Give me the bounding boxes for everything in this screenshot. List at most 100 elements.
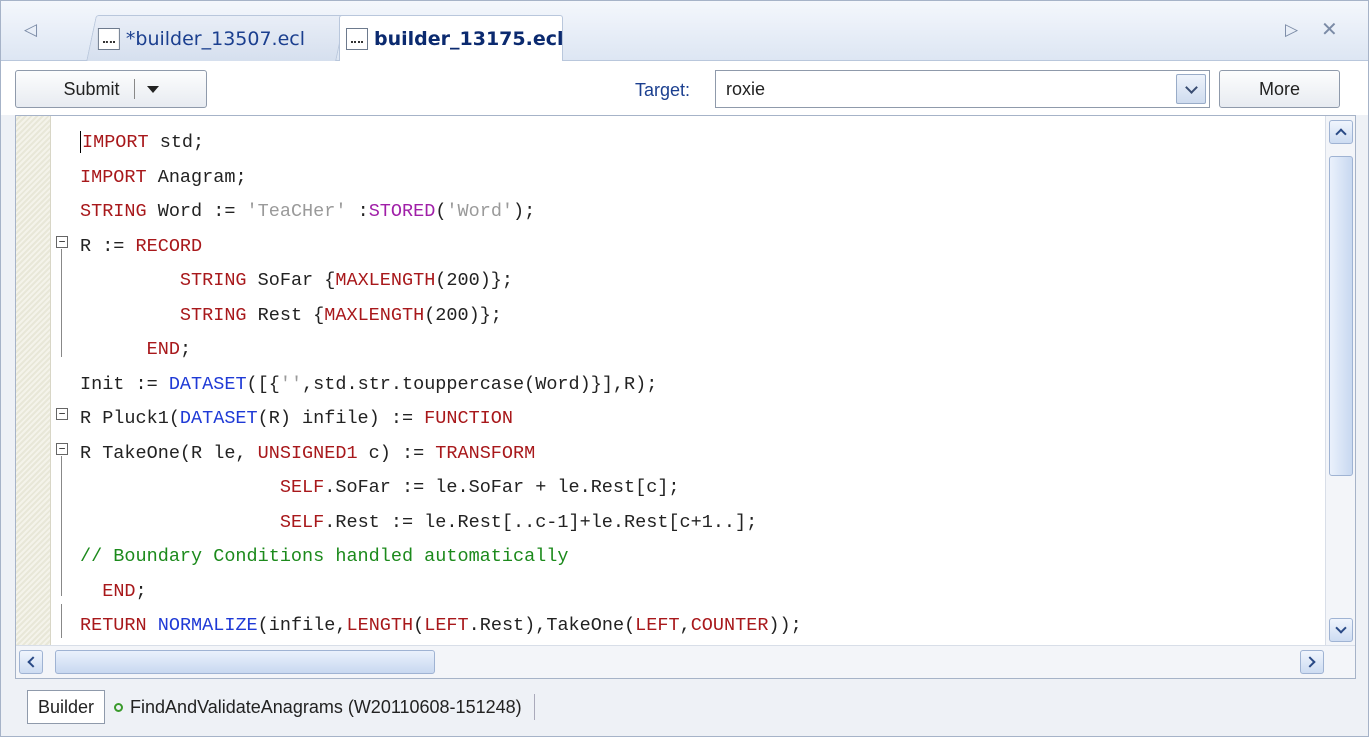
chevron-down-icon <box>1184 80 1198 94</box>
code-line[interactable]: IMPORT Anagram; <box>80 161 802 196</box>
code-line[interactable]: Init := DATASET([{'',std.str.touppercase… <box>80 368 802 403</box>
code-token: DATASET <box>168 373 247 395</box>
code-token: R TakeOne(R le, <box>80 442 258 464</box>
fold-guide-line <box>61 604 62 638</box>
code-line[interactable]: SELF.SoFar := le.SoFar + le.Rest[c]; <box>80 471 802 506</box>
code-line[interactable]: STRING Rest {MAXLENGTH(200)}; <box>80 299 802 334</box>
fold-collapse-icon[interactable]: − <box>56 236 68 248</box>
fold-collapse-icon[interactable]: − <box>56 408 68 420</box>
more-button[interactable]: More <box>1219 70 1340 108</box>
chevron-left-icon <box>27 656 39 668</box>
file-icon <box>346 28 368 50</box>
tab-label: *builder_13507.ecl <box>125 28 306 50</box>
code-token: .Rest),TakeOne( <box>468 615 636 636</box>
code-line[interactable]: END; <box>80 333 802 368</box>
code-text[interactable]: IMPORT std; IMPORT Anagram; STRING Word :=… <box>80 126 802 644</box>
fold-guide-line <box>61 456 62 596</box>
code-token: ); <box>513 201 536 222</box>
code-token: 'TeaCHer' <box>246 201 347 222</box>
code-token: END <box>146 339 180 360</box>
tab-builder-13175[interactable]: builder_13175.ecl <box>339 15 564 62</box>
code-line[interactable]: R := RECORD <box>80 230 802 265</box>
code-token: ,std.str.touppercase(Word)}],R); <box>302 373 658 395</box>
code-token: // Boundary Conditions handled automatic… <box>80 546 569 567</box>
file-icon <box>97 28 120 50</box>
code-token: STRING <box>80 201 147 222</box>
fold-collapse-icon[interactable]: − <box>56 443 68 455</box>
code-token: LENGTH <box>346 615 414 636</box>
code-line[interactable]: SELF.Rest := le.Rest[..c-1]+le.Rest[c+1.… <box>80 506 802 541</box>
code-line[interactable]: R TakeOne(R le, UNSIGNED1 c) := TRANSFOR… <box>80 437 802 472</box>
dropdown-arrow-icon[interactable] <box>146 85 159 93</box>
code-token: TRANSFORM <box>435 442 536 464</box>
code-editor[interactable]: − − − IMPORT std; IMPORT Anagram; STRING W… <box>15 115 1356 679</box>
code-token: (infile, <box>257 615 347 636</box>
code-line[interactable]: STRING Word := 'TeaCHer' :STORED('Word')… <box>80 195 802 230</box>
ecl-editor-window: ◁ *builder_13507.ecl builder_13175.ecl ▷… <box>0 0 1369 737</box>
code-token: .SoFar := le.SoFar + le.Rest[c]; <box>324 477 680 498</box>
code-token: ; <box>179 339 192 360</box>
target-value: roxie <box>726 79 766 99</box>
vertical-scrollbar[interactable] <box>1325 116 1355 647</box>
workunit-label[interactable]: FindAndValidateAnagrams (W20110608-15124… <box>130 697 522 718</box>
code-token: LEFT <box>635 615 680 636</box>
scroll-down-button[interactable] <box>1329 618 1353 642</box>
code-token: c) := <box>357 442 436 464</box>
toolbar: Submit Target: roxie More <box>1 61 1368 115</box>
code-line[interactable]: STRING SoFar {MAXLENGTH(200)}; <box>80 264 802 299</box>
text-caret <box>80 131 81 154</box>
horizontal-scroll-thumb[interactable] <box>55 650 435 674</box>
target-select[interactable]: roxie <box>715 70 1210 108</box>
scroll-up-button[interactable] <box>1329 120 1353 144</box>
code-token: : <box>346 201 369 222</box>
code-token: SELF <box>279 511 325 533</box>
chevron-right-icon <box>1304 656 1316 668</box>
code-token: UNSIGNED1 <box>257 442 358 464</box>
tab-label: builder_13175.ecl <box>374 28 564 50</box>
code-token: DATASET <box>179 408 258 429</box>
code-token: FUNCTION <box>424 408 513 429</box>
code-line[interactable]: IMPORT std; <box>80 126 802 161</box>
code-line[interactable]: END; <box>80 575 802 610</box>
chevron-down-icon <box>1335 622 1347 634</box>
code-token: STRING <box>179 270 247 291</box>
vertical-scroll-thumb[interactable] <box>1329 156 1353 476</box>
target-label: Target: <box>635 80 691 100</box>
workunit-status-icon <box>114 702 124 712</box>
code-token: RETURN <box>80 615 147 636</box>
code-token: ([{ <box>246 373 280 395</box>
code-token: END <box>102 580 136 602</box>
code-token: SELF <box>279 477 325 498</box>
code-token: RECORD <box>135 235 203 257</box>
dropdown-button[interactable] <box>1176 74 1206 104</box>
code-token: IMPORT <box>80 166 147 188</box>
close-tab-icon[interactable]: ✕ <box>1321 17 1338 41</box>
code-line[interactable]: R Pluck1(DATASET(R) infile) := FUNCTION <box>80 402 802 437</box>
code-line[interactable]: // Boundary Conditions handled automatic… <box>80 540 802 575</box>
status-bar: Builder FindAndValidateAnagrams (W201106… <box>15 685 1356 729</box>
code-token: Init := <box>80 373 169 395</box>
code-token: (200)}; <box>424 304 502 326</box>
tab-builder-13507[interactable]: *builder_13507.ecl <box>86 15 346 62</box>
builder-tab[interactable]: Builder <box>27 690 106 724</box>
code-token: Word := <box>146 201 247 222</box>
scroll-left-button[interactable] <box>19 650 43 674</box>
code-line[interactable]: RETURN NORMALIZE(infile,LENGTH(LEFT.Rest… <box>80 609 802 644</box>
code-token: IMPORT <box>82 132 149 153</box>
code-token: STRING <box>179 304 247 326</box>
submit-button[interactable]: Submit <box>15 70 207 108</box>
separator <box>533 694 535 720</box>
tab-scroll-right-icon[interactable]: ▷ <box>1285 20 1298 40</box>
code-token: COUNTER <box>690 615 769 636</box>
horizontal-scrollbar[interactable] <box>16 645 1355 678</box>
code-token: MAXLENGTH <box>335 270 436 291</box>
scroll-right-button[interactable] <box>1300 650 1324 674</box>
code-token: ( <box>413 615 425 636</box>
code-token: .Rest := le.Rest[..c-1]+le.Rest[c+1..]; <box>324 511 758 533</box>
tab-scroll-left-icon[interactable]: ◁ <box>24 20 37 40</box>
